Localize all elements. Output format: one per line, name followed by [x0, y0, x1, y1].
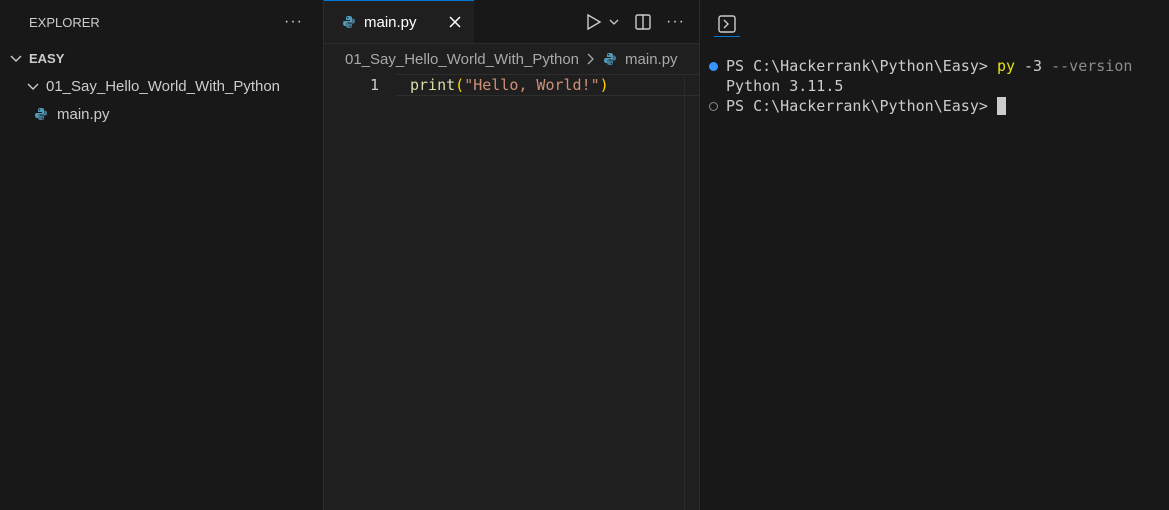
code-token-function: print: [410, 76, 456, 94]
line-number: 1: [369, 76, 379, 94]
editor-group: main.py ··· 01_Say_Hello_World_With_Pyth…: [324, 0, 700, 510]
code-token-string: "Hello, World!": [464, 76, 600, 94]
tree-root-label: EASY: [29, 50, 65, 66]
terminal-command-flag: --version: [1051, 57, 1133, 75]
terminal-line: PS C:\Hackerrank\Python\Easy>: [700, 96, 1169, 116]
terminal-icon: [718, 15, 736, 33]
tree-folder-label: 01_Say_Hello_World_With_Python: [46, 77, 281, 95]
python-file-icon: [603, 52, 617, 66]
play-icon: [587, 13, 602, 31]
terminal-command-arg: -3: [1015, 57, 1052, 75]
terminal-panel: PS C:\Hackerrank\Python\Easy> py -3 --ve…: [700, 0, 1169, 510]
terminal-tabs: [700, 0, 1169, 44]
code-line[interactable]: 1 print("Hello, World!"): [324, 74, 699, 96]
editor-actions: ···: [586, 0, 685, 44]
code-token-paren-open: (: [455, 76, 465, 94]
command-pending-decoration[interactable]: [700, 101, 726, 111]
split-editor-button[interactable]: [634, 13, 652, 31]
terminal-cursor: [996, 97, 1006, 115]
tree-file-label: main.py: [57, 105, 110, 123]
explorer-sidebar: EXPLORER ··· EASY 01_Say_Hello_World_Wit…: [0, 0, 324, 510]
tree-root-easy[interactable]: EASY: [0, 44, 323, 72]
split-editor-icon: [635, 14, 651, 30]
terminal-tab-active-indicator: [714, 36, 740, 37]
close-icon[interactable]: [446, 13, 464, 31]
terminal-line: Python 3.11.5: [700, 76, 1169, 96]
breadcrumb-folder[interactable]: 01_Say_Hello_World_With_Python: [345, 51, 579, 68]
editor-scroll-guide: [684, 74, 685, 510]
code-text[interactable]: print("Hello, World!"): [379, 76, 609, 94]
explorer-header: EXPLORER ···: [0, 0, 323, 44]
code-token-paren-close: ): [599, 76, 609, 94]
python-file-icon: [34, 107, 48, 121]
terminal-output-text: Python 3.11.5: [726, 77, 844, 95]
chevron-right-icon: [585, 52, 595, 66]
chevron-down-icon: [26, 79, 40, 93]
terminal-command: py: [996, 57, 1015, 75]
terminal-prompt: PS C:\Hackerrank\Python\Easy>: [726, 97, 997, 115]
python-file-icon: [342, 15, 356, 29]
terminal-output[interactable]: PS C:\Hackerrank\Python\Easy> py -3 --ve…: [700, 44, 1169, 116]
breadcrumb: 01_Say_Hello_World_With_Python main.py: [324, 44, 699, 74]
chevron-down-icon: [609, 19, 619, 25]
explorer-title: EXPLORER: [29, 14, 100, 30]
tab-label: main.py: [364, 13, 417, 31]
tab-main-py[interactable]: main.py: [324, 0, 474, 43]
command-success-decoration[interactable]: [700, 61, 726, 71]
breadcrumb-file[interactable]: main.py: [625, 51, 678, 68]
tree-folder-hello-world[interactable]: 01_Say_Hello_World_With_Python: [0, 72, 323, 100]
run-options-dropdown[interactable]: [608, 16, 620, 28]
explorer-more-actions-icon[interactable]: ···: [284, 14, 303, 30]
run-python-file-button[interactable]: [586, 13, 602, 31]
more-actions-icon[interactable]: ···: [666, 13, 685, 31]
terminal-tab[interactable]: [715, 12, 739, 36]
tree-file-main-py[interactable]: main.py: [0, 100, 323, 128]
chevron-down-icon: [9, 51, 23, 65]
terminal-prompt: PS C:\Hackerrank\Python\Easy>: [726, 57, 997, 75]
editor-tab-bar: main.py ···: [324, 0, 699, 44]
terminal-line: PS C:\Hackerrank\Python\Easy> py -3 --ve…: [700, 56, 1169, 76]
